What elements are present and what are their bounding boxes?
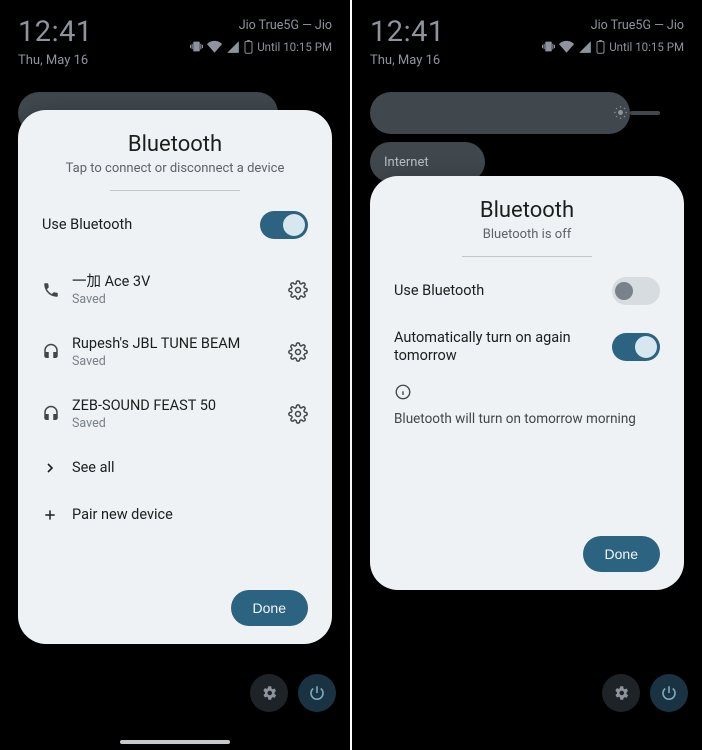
vibrate-icon <box>190 40 203 53</box>
status-right: Jio True5G — Jio Until 10:15 PM <box>542 18 684 54</box>
bluetooth-panel: Bluetooth Tap to connect or disconnect a… <box>18 110 332 644</box>
nav-gesture-pill[interactable] <box>120 740 230 744</box>
clock-group: 12:41 Thu, May 16 <box>18 18 93 68</box>
headset-icon <box>42 405 72 423</box>
signal-icon <box>578 40 592 54</box>
info-icon <box>394 383 660 401</box>
clock-time: 12:41 <box>370 18 445 47</box>
phone-screen-left: 12:41 Thu, May 16 Jio True5G — Jio Until… <box>0 0 350 750</box>
info-text: Bluetooth will turn on tomorrow morning <box>394 411 660 427</box>
wifi-icon <box>559 39 574 54</box>
use-bluetooth-toggle[interactable] <box>260 211 308 239</box>
quick-settings-footer <box>602 674 688 712</box>
status-icons: Until 10:15 PM <box>190 39 332 54</box>
bluetooth-panel: Bluetooth Bluetooth is off Use Bluetooth… <box>370 176 684 590</box>
device-name: 一加 Ace 3V <box>72 273 288 291</box>
until-label: Until 10:15 PM <box>609 40 684 54</box>
battery-icon <box>244 40 253 54</box>
use-bluetooth-toggle[interactable] <box>612 277 660 305</box>
power-icon <box>660 684 678 702</box>
panel-subtitle: Tap to connect or disconnect a device <box>42 161 308 176</box>
power-button[interactable] <box>650 674 688 712</box>
see-all-row[interactable]: See all <box>42 445 308 491</box>
clock-group: 12:41 Thu, May 16 <box>370 18 445 68</box>
clock-date: Thu, May 16 <box>18 53 93 68</box>
status-bar: 12:41 Thu, May 16 Jio True5G — Jio Until… <box>352 0 702 68</box>
done-button[interactable]: Done <box>583 536 660 572</box>
battery-icon <box>596 40 605 54</box>
use-bluetooth-label: Use Bluetooth <box>394 282 612 300</box>
pair-new-row[interactable]: Pair new device <box>42 492 308 538</box>
use-bluetooth-label: Use Bluetooth <box>42 216 260 234</box>
clock-time: 12:41 <box>18 18 93 47</box>
gear-icon[interactable] <box>288 342 308 362</box>
carrier-label: Jio True5G — Jio <box>591 18 684 33</box>
status-icons: Until 10:15 PM <box>542 39 684 54</box>
phone-screen-right: 12:41 Thu, May 16 Jio True5G — Jio Until… <box>352 0 702 750</box>
device-name: Rupesh's JBL TUNE BEAM <box>72 335 288 353</box>
status-right: Jio True5G — Jio Until 10:15 PM <box>190 18 332 54</box>
signal-icon <box>226 40 240 54</box>
done-button[interactable]: Done <box>231 590 308 626</box>
auto-on-row[interactable]: Automatically turn on again tomorrow <box>394 325 660 379</box>
device-row[interactable]: ZEB-SOUND FEAST 50 Saved <box>42 383 308 445</box>
panel-subtitle: Bluetooth is off <box>394 227 660 242</box>
auto-on-toggle[interactable] <box>612 333 660 361</box>
device-name: ZEB-SOUND FEAST 50 <box>72 397 288 415</box>
settings-button[interactable] <box>602 674 640 712</box>
device-status: Saved <box>72 416 288 431</box>
chevron-right-icon <box>42 460 72 476</box>
gear-icon[interactable] <box>288 280 308 300</box>
gear-icon <box>612 684 630 702</box>
power-button[interactable] <box>298 674 336 712</box>
brightness-track[interactable] <box>630 111 660 115</box>
settings-button[interactable] <box>250 674 288 712</box>
quick-settings-footer <box>250 674 336 712</box>
gear-icon[interactable] <box>288 404 308 424</box>
panel-title: Bluetooth <box>394 198 660 223</box>
device-status: Saved <box>72 354 288 369</box>
vibrate-icon <box>542 40 555 53</box>
device-row[interactable]: Rupesh's JBL TUNE BEAM Saved <box>42 321 308 383</box>
pair-new-label: Pair new device <box>72 506 308 524</box>
device-row[interactable]: 一加 Ace 3V Saved <box>42 259 308 321</box>
brightness-icon <box>613 105 628 120</box>
until-label: Until 10:15 PM <box>257 40 332 54</box>
carrier-label: Jio True5G — Jio <box>239 18 332 33</box>
use-bluetooth-row[interactable]: Use Bluetooth <box>42 191 308 259</box>
clock-date: Thu, May 16 <box>370 53 445 68</box>
panel-title: Bluetooth <box>42 132 308 157</box>
see-all-label: See all <box>72 459 308 477</box>
plus-icon <box>42 507 72 523</box>
power-icon <box>308 684 326 702</box>
phone-icon <box>42 281 72 299</box>
gear-icon <box>260 684 278 702</box>
auto-on-label: Automatically turn on again tomorrow <box>394 329 584 365</box>
internet-tile-label: Internet <box>384 155 429 170</box>
device-status: Saved <box>72 292 288 307</box>
use-bluetooth-row[interactable]: Use Bluetooth <box>394 257 660 325</box>
status-bar: 12:41 Thu, May 16 Jio True5G — Jio Until… <box>0 0 350 68</box>
info-block: Bluetooth will turn on tomorrow morning <box>394 383 660 427</box>
headset-icon <box>42 343 72 361</box>
wifi-icon <box>207 39 222 54</box>
brightness-pill[interactable] <box>370 92 630 134</box>
